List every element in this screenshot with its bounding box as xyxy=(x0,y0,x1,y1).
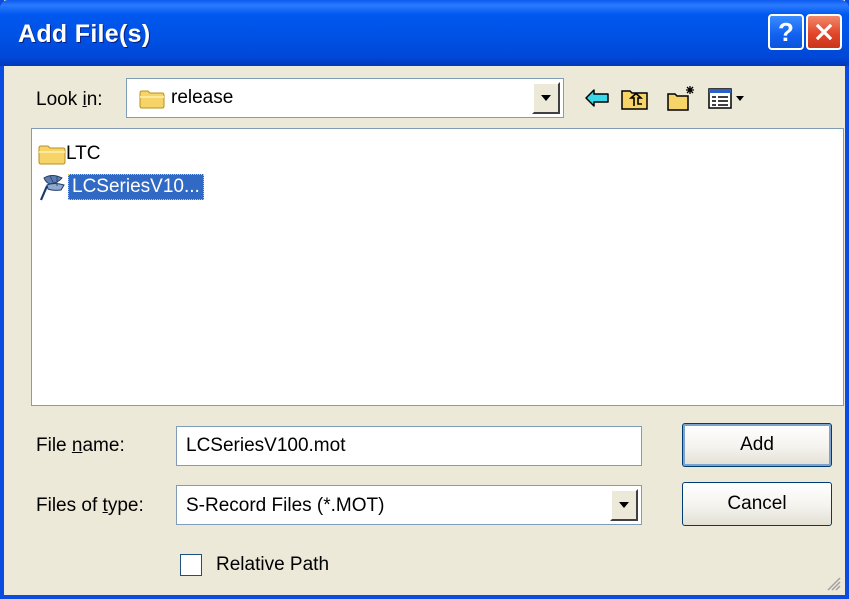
filetype-dropdown[interactable]: S-Record Files (*.MOT) xyxy=(176,485,642,525)
filetype-label: Files of type: xyxy=(36,495,144,516)
filetype-dropdown-button[interactable] xyxy=(610,489,638,521)
filename-label: File name: xyxy=(36,435,125,456)
filename-field-box xyxy=(176,426,642,466)
cancel-button[interactable]: Cancel xyxy=(682,482,832,526)
lookin-dropdown-button[interactable] xyxy=(532,82,560,114)
lookin-label: Look in: xyxy=(36,89,103,110)
help-button[interactable]: ? xyxy=(768,14,804,50)
up-folder-icon[interactable] xyxy=(620,84,650,112)
close-button[interactable] xyxy=(806,14,842,50)
file-list[interactable]: LTC LCSeriesV10... xyxy=(31,128,844,406)
close-icon xyxy=(815,23,833,41)
list-item-label: LTC xyxy=(66,143,101,164)
list-item-label: LCSeriesV10... xyxy=(68,174,204,200)
add-button[interactable]: Add xyxy=(682,423,832,467)
filetype-value: S-Record Files (*.MOT) xyxy=(186,495,385,516)
lookin-value: release xyxy=(171,87,234,108)
new-folder-icon[interactable] xyxy=(666,84,696,112)
list-item[interactable]: LCSeriesV10... xyxy=(38,172,204,202)
resize-grip-icon[interactable] xyxy=(825,575,841,591)
help-icon: ? xyxy=(778,16,794,47)
filename-field[interactable] xyxy=(186,435,626,457)
view-menu-icon[interactable] xyxy=(707,84,747,112)
back-arrow-icon[interactable] xyxy=(582,84,612,112)
mot-file-icon xyxy=(39,175,65,201)
list-item[interactable]: LTC xyxy=(38,143,100,165)
chevron-down-icon xyxy=(619,502,629,508)
chevron-down-icon xyxy=(541,95,551,101)
dialog-title: Add File(s) xyxy=(18,20,151,48)
title-bar[interactable]: Add File(s) ? xyxy=(0,0,849,66)
lookin-dropdown[interactable]: release xyxy=(126,78,564,118)
folder-icon xyxy=(38,145,66,165)
folder-icon xyxy=(139,90,165,109)
add-files-dialog: Add File(s) ? Look in: release LTC LCSer… xyxy=(0,0,849,599)
relative-path-checkbox[interactable] xyxy=(180,554,202,576)
relative-path-label[interactable]: Relative Path xyxy=(216,554,329,576)
